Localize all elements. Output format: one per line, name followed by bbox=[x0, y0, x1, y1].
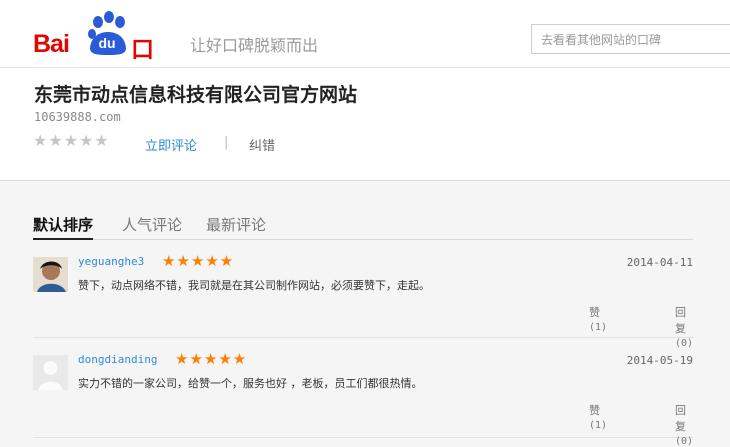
like-button[interactable]: 赞 (1) bbox=[589, 304, 607, 333]
tab-default-sort[interactable]: 默认排序 bbox=[33, 214, 94, 240]
default-avatar-icon bbox=[33, 355, 68, 390]
review-date: 2014-05-19 bbox=[626, 354, 693, 367]
tab-latest-reviews[interactable]: 最新评论 bbox=[206, 214, 266, 235]
reply-label: 回复 bbox=[674, 306, 686, 335]
user-avatar[interactable] bbox=[33, 257, 68, 292]
reply-count: (0) bbox=[674, 436, 693, 447]
site-url: 10639888.com bbox=[34, 110, 121, 124]
site-title: 东莞市动点信息科技有限公司官方网站 bbox=[34, 84, 358, 106]
review-content: 赞下，动点网络不错，我司就是在其公司制作网站，必须要赞下，走起。 bbox=[78, 279, 430, 292]
review-sort-tabs: 默认排序 人气评论 最新评论 bbox=[33, 214, 693, 240]
site-rating-stars: ★★★★★ bbox=[33, 131, 110, 150]
top-header: Bai du 口碑 让好口碑脱颖而出 去看看其他网站的口碑 bbox=[0, 0, 730, 97]
like-label: 赞 bbox=[588, 404, 600, 417]
reply-button[interactable]: 回复 (0) bbox=[675, 402, 693, 447]
review-user-name[interactable]: yeguanghe3 bbox=[78, 255, 144, 268]
slogan: 让好口碑脱颖而出 bbox=[190, 36, 319, 55]
review-content: 实力不错的一家公司，给赞一个，服务也好 ，老板，员工们都很热情。 bbox=[78, 377, 423, 390]
like-count: (1) bbox=[588, 420, 607, 431]
write-review-link[interactable]: 立即评论 bbox=[145, 135, 197, 154]
user-photo-icon bbox=[33, 257, 68, 292]
like-button[interactable]: 赞 (1) bbox=[589, 402, 607, 431]
reply-label: 回复 bbox=[674, 404, 686, 433]
logo-du-text: du bbox=[98, 35, 116, 51]
review-item: dongdianding ★★★★★ 2014-05-19 实力不错的一家公司，… bbox=[33, 338, 693, 447]
baidu-koubei-logo[interactable]: Bai du 口碑 bbox=[33, 8, 173, 97]
correction-link[interactable]: 纠错 bbox=[249, 135, 275, 154]
like-count: (1) bbox=[588, 322, 607, 333]
review-star-rating: ★★★★★ bbox=[175, 350, 248, 368]
site-info-panel: 东莞市动点信息科技有限公司官方网站 10639888.com ★★★★★ 立即评… bbox=[0, 68, 730, 181]
user-avatar[interactable] bbox=[33, 355, 68, 390]
review-star-rating: ★★★★★ bbox=[162, 252, 235, 270]
site-search-input[interactable]: 去看看其他网站的口碑 bbox=[531, 24, 730, 54]
review-date: 2014-04-11 bbox=[626, 256, 693, 269]
review-item: yeguanghe3 ★★★★★ 2014-04-11 赞下，动点网络不错，我司… bbox=[33, 240, 693, 349]
like-label: 赞 bbox=[588, 306, 600, 319]
tab-popular-reviews[interactable]: 人气评论 bbox=[122, 214, 182, 235]
action-separator: | bbox=[224, 135, 229, 150]
review-user-name[interactable]: dongdianding bbox=[78, 353, 157, 366]
logo-bai-text: Bai bbox=[33, 30, 70, 58]
